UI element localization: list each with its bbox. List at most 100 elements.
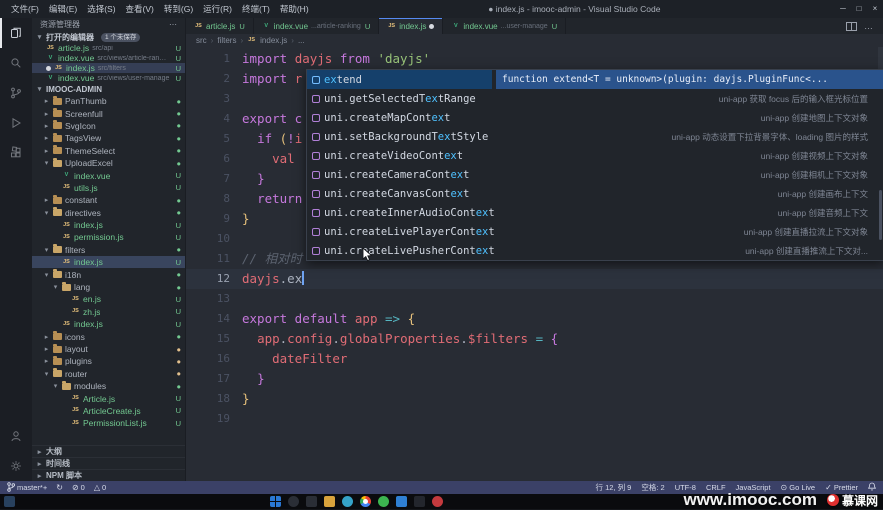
- tree-folder-uploadexcel[interactable]: ▾ UploadExcel ●: [32, 157, 185, 169]
- editor-tab-article-js[interactable]: JS article.js U: [186, 18, 254, 34]
- breadcrumb-item[interactable]: filters: [217, 36, 236, 45]
- more-actions-icon[interactable]: ⋯: [169, 20, 177, 29]
- code-line[interactable]: 16 dateFilter: [186, 349, 883, 369]
- settings-gear-icon[interactable]: [0, 451, 32, 481]
- tree-folder-svgicon[interactable]: ▸ SvgIcon ●: [32, 120, 185, 132]
- editor-tab-index-js[interactable]: JS index.js: [379, 18, 444, 34]
- code-line[interactable]: 18}: [186, 389, 883, 409]
- start-icon[interactable]: [270, 496, 281, 507]
- tree-file-en-js[interactable]: JS en.js U: [32, 293, 185, 305]
- suggest-item[interactable]: uni.setBackgroundTextStyle uni-app 动态设置下拉…: [307, 127, 883, 146]
- tree-folder-icons[interactable]: ▸ icons ●: [32, 330, 185, 342]
- suggest-item[interactable]: uni.createCanvasContext uni-app 创建画布上下文: [307, 184, 883, 203]
- tree-folder-i18n[interactable]: ▾ i18n ●: [32, 268, 185, 280]
- music-icon[interactable]: [432, 496, 443, 507]
- tree-file-index-js[interactable]: JS index.js U: [32, 318, 185, 330]
- status-warnings[interactable]: △ 0: [94, 482, 106, 494]
- edge-icon[interactable]: [342, 496, 353, 507]
- account-icon[interactable]: [0, 421, 32, 451]
- status-git-branch[interactable]: master*+: [7, 481, 47, 494]
- suggest-scrollbar[interactable]: [879, 190, 882, 240]
- menubar-item[interactable]: 文件(F): [6, 0, 44, 18]
- open-editors-header[interactable]: ▾ 打开的编辑器 1 个未保存: [32, 31, 185, 43]
- tree-file-index-js[interactable]: JS index.js U: [32, 219, 185, 231]
- tree-folder-panthumb[interactable]: ▸ PanThumb ●: [32, 95, 185, 107]
- code-line[interactable]: 17 }: [186, 369, 883, 389]
- code-line[interactable]: 19: [186, 409, 883, 429]
- suggest-item[interactable]: extend function extend<T = unknown>(plugi…: [307, 70, 883, 89]
- suggest-item[interactable]: uni.createLivePlayerContext uni-app 创建直播拉…: [307, 222, 883, 241]
- menubar-item[interactable]: 运行(R): [198, 0, 237, 18]
- tree-folder-modules[interactable]: ▾ modules ●: [32, 380, 185, 392]
- project-root-header[interactable]: ▾ IMOOC-ADMIN: [32, 83, 185, 95]
- suggest-item[interactable]: uni.createInnerAudioContext uni-app 创建音频上…: [307, 203, 883, 222]
- suggest-item[interactable]: uni.createLivePusherContext uni-app 创建直播推…: [307, 241, 883, 260]
- breadcrumb-item[interactable]: index.js: [260, 36, 287, 45]
- timeline-section[interactable]: ▸ 时间线: [32, 457, 185, 469]
- taskbar-widget-icon[interactable]: [4, 496, 15, 507]
- suggest-item[interactable]: uni.getSelectedTextRange uni-app 获取 focus…: [307, 89, 883, 108]
- open-editor-item[interactable]: JS index.js src/filters U: [32, 63, 185, 73]
- close-button[interactable]: ×: [867, 0, 883, 18]
- tree-folder-screenfull[interactable]: ▸ Screenfull ●: [32, 107, 185, 119]
- npm-scripts-section[interactable]: ▸ NPM 脚本: [32, 469, 185, 481]
- code-line[interactable]: 13: [186, 289, 883, 309]
- tree-file-index-js[interactable]: JS index.js U: [32, 256, 185, 269]
- code-line[interactable]: 1 import dayjs from 'dayjs': [186, 49, 883, 69]
- menubar-item[interactable]: 选择(S): [82, 0, 120, 18]
- tree-folder-plugins[interactable]: ▸ plugins ●: [32, 355, 185, 367]
- suggest-item[interactable]: uni.createVideoContext uni-app 创建视频上下文对象: [307, 146, 883, 165]
- tree-folder-directives[interactable]: ▾ directives ●: [32, 207, 185, 219]
- vscode-icon[interactable]: [396, 496, 407, 507]
- open-editor-item[interactable]: Vindex.vue src/views/user-manage U: [32, 73, 185, 83]
- code-line[interactable]: 12 dayjs.ex: [186, 269, 883, 289]
- tree-folder-tagsview[interactable]: ▸ TagsView ●: [32, 132, 185, 144]
- status-sync-changes[interactable]: ↻: [56, 482, 63, 494]
- explorer-icon[interactable]: [0, 18, 32, 48]
- tree-file-articlecreate-js[interactable]: JS ArticleCreate.js U: [32, 405, 185, 417]
- tree-file-zh-js[interactable]: JS zh.js U: [32, 306, 185, 318]
- menubar-item[interactable]: 终端(T): [237, 0, 275, 18]
- terminal-icon[interactable]: [414, 496, 425, 507]
- tree-folder-layout[interactable]: ▸ layout ●: [32, 343, 185, 355]
- code-editor[interactable]: 1 import dayjs from 'dayjs' 2 import r 3 4 exp…: [186, 47, 883, 481]
- split-editor-icon[interactable]: [846, 21, 857, 31]
- source-control-icon[interactable]: [0, 78, 32, 108]
- search-icon[interactable]: [0, 48, 32, 78]
- search-icon[interactable]: [288, 496, 299, 507]
- maximize-button[interactable]: □: [851, 0, 867, 18]
- menubar-item[interactable]: 查看(V): [121, 0, 159, 18]
- tree-file-permission-js[interactable]: JS permission.js U: [32, 231, 185, 243]
- suggest-item[interactable]: uni.createCameraContext uni-app 创建相机上下文对象: [307, 165, 883, 184]
- tree-folder-router[interactable]: ▾ router ●: [32, 368, 185, 380]
- outline-section[interactable]: ▸ 大纲: [32, 445, 185, 457]
- editor-tab-index-vue[interactable]: Vindex.vue ...user-manage U: [443, 18, 567, 34]
- tree-folder-filters[interactable]: ▾ filters ●: [32, 244, 185, 256]
- status-errors[interactable]: ⊘ 0: [72, 482, 85, 494]
- breadcrumb-item[interactable]: ...: [298, 36, 305, 45]
- menubar-item[interactable]: 帮助(H): [275, 0, 314, 18]
- tree-file-permissionlist-js[interactable]: JS PermissionList.js U: [32, 417, 185, 429]
- editor-tab-index-vue[interactable]: Vindex.vue ...article-ranking U: [253, 18, 380, 34]
- minimize-button[interactable]: ─: [835, 0, 851, 18]
- code-line[interactable]: 14 export default app => {: [186, 309, 883, 329]
- open-editor-item[interactable]: Vindex.vue src/views/article-ranking U: [32, 53, 185, 63]
- tree-file-index-vue[interactable]: Vindex.vue U: [32, 169, 185, 181]
- run-debug-icon[interactable]: [0, 108, 32, 138]
- wechat-icon[interactable]: [378, 496, 389, 507]
- menubar-item[interactable]: 编辑(E): [44, 0, 82, 18]
- tree-folder-themeselect[interactable]: ▸ ThemeSelect ●: [32, 145, 185, 157]
- tree-file-utils-js[interactable]: JS utils.js U: [32, 182, 185, 194]
- chrome-icon[interactable]: [360, 496, 371, 507]
- tree-file-article-js[interactable]: JS Article.js U: [32, 392, 185, 404]
- tree-folder-constant[interactable]: ▸ constant ●: [32, 194, 185, 206]
- file-explorer-icon[interactable]: [324, 496, 335, 507]
- open-editor-item[interactable]: JS article.js src/api U: [32, 43, 185, 53]
- menubar-item[interactable]: 转到(G): [159, 0, 198, 18]
- extensions-icon[interactable]: [0, 138, 32, 168]
- code-line[interactable]: 15 app.config.globalProperties.$filters …: [186, 329, 883, 349]
- suggest-item[interactable]: uni.createMapContext uni-app 创建地图上下文对象: [307, 108, 883, 127]
- task-view-icon[interactable]: [306, 496, 317, 507]
- breadcrumb-item[interactable]: src: [196, 36, 207, 45]
- status-indentation[interactable]: 空格: 2: [641, 482, 664, 493]
